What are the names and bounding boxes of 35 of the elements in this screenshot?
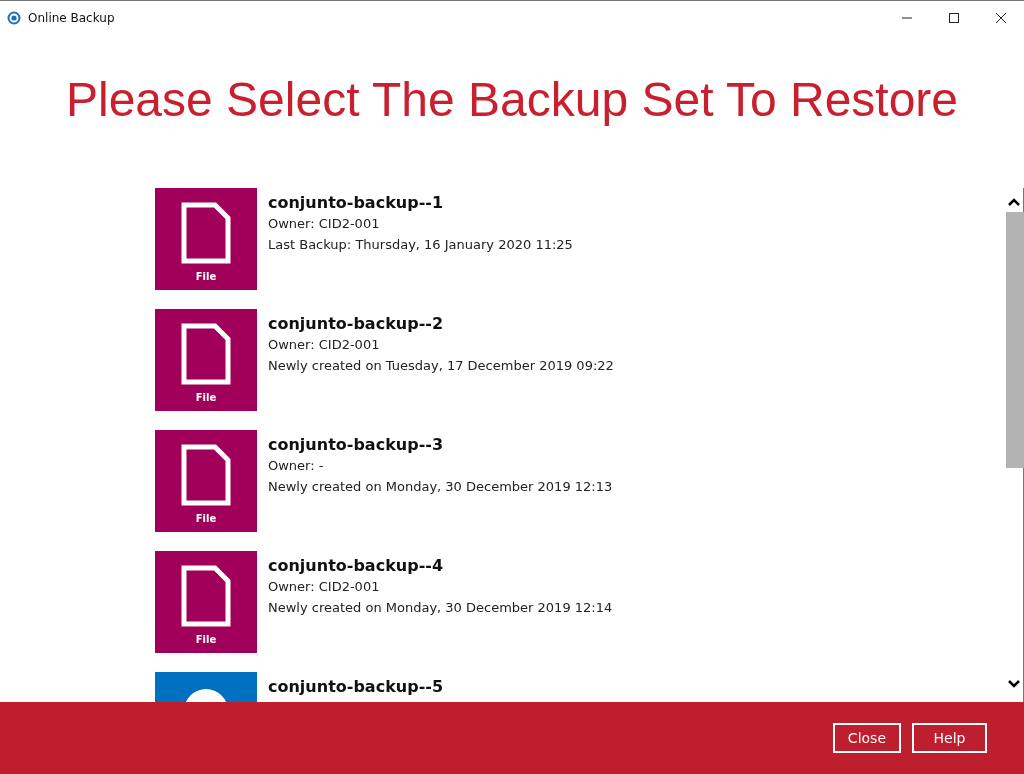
window-title: Online Backup bbox=[28, 10, 115, 25]
file-icon bbox=[181, 565, 231, 627]
scroll-up-icon[interactable] bbox=[1007, 198, 1020, 206]
owner-text: Owner: CID2-001 bbox=[268, 578, 381, 596]
backup-set-tile[interactable]: File bbox=[155, 309, 257, 411]
owner-text: Owner: - bbox=[268, 457, 325, 475]
tile-label: File bbox=[195, 392, 217, 403]
scroll-down-icon[interactable] bbox=[1007, 680, 1020, 688]
backup-set-tile[interactable]: File bbox=[155, 430, 257, 532]
backup-set-name[interactable]: conjunto-backup--5 bbox=[268, 676, 444, 697]
page-heading: Please Select The Backup Set To Restore bbox=[65, 72, 959, 128]
help-button[interactable]: Help bbox=[912, 723, 987, 753]
file-icon bbox=[181, 444, 231, 506]
backup-status-text: Newly created on Monday, 30 December 2019 12:13 bbox=[268, 478, 613, 496]
backup-status-text: Newly created on Monday, 30 December 2019 12:14 bbox=[268, 599, 613, 617]
backup-set-name[interactable]: conjunto-backup--4 bbox=[268, 555, 613, 576]
backup-set-tile[interactable]: File bbox=[155, 188, 257, 290]
file-icon bbox=[181, 323, 231, 385]
scrollbar-thumb[interactable] bbox=[1006, 212, 1024, 468]
backup-status-text: Last Backup: Thursday, 16 January 2020 11:25 bbox=[268, 236, 573, 254]
tile-label: File bbox=[195, 271, 217, 282]
tile-label: File bbox=[195, 513, 217, 524]
close-icon[interactable] bbox=[995, 11, 1007, 24]
owner-text: Owner: CID2-001 bbox=[268, 336, 381, 354]
maximize-icon[interactable] bbox=[948, 11, 960, 24]
close-button[interactable]: Close bbox=[832, 723, 901, 753]
backup-status-text: Newly created on Tuesday, 17 December 2019 09:22 bbox=[268, 357, 614, 375]
backup-set-name[interactable]: conjunto-backup--3 bbox=[268, 434, 613, 455]
owner-text: Owner: CID2-001 bbox=[268, 215, 381, 233]
app-icon bbox=[7, 10, 21, 25]
backup-set-name[interactable]: conjunto-backup--1 bbox=[268, 192, 573, 213]
backup-set-name[interactable]: conjunto-backup--2 bbox=[268, 313, 614, 334]
file-icon bbox=[181, 202, 231, 264]
tile-label: File bbox=[195, 634, 217, 645]
backup-set-tile[interactable]: File bbox=[155, 551, 257, 653]
